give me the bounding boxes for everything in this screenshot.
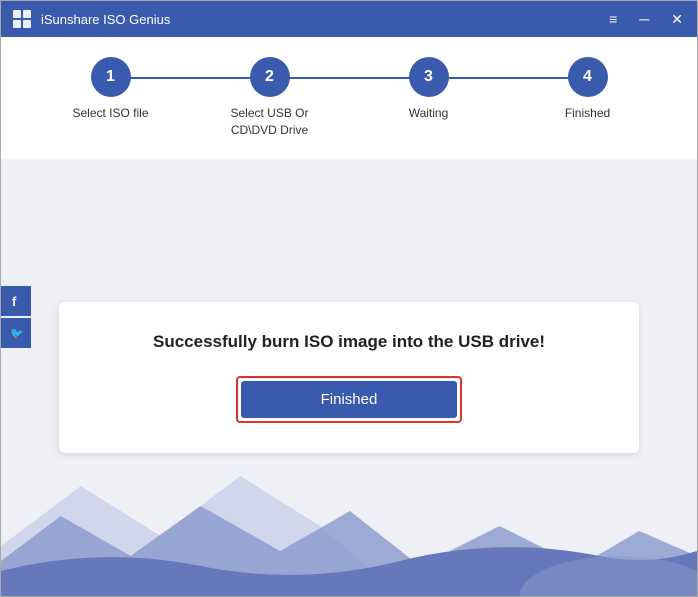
stepper: 1 Select ISO file 2 Select USB Or CD\DVD… (31, 57, 667, 139)
step-4-circle: 4 (568, 57, 608, 97)
main-content: 1 Select ISO file 2 Select USB Or CD\DVD… (1, 37, 697, 596)
step-3-label: Waiting (409, 105, 449, 122)
app-window: iSunshare ISO Genius ≡ ─ ✕ 1 Select ISO … (0, 0, 698, 597)
facebook-button[interactable]: f (1, 286, 31, 316)
step-1-circle: 1 (91, 57, 131, 97)
step-1-label: Select ISO file (72, 105, 148, 122)
step-3: 3 Waiting (349, 57, 508, 122)
social-sidebar: f 🐦 (1, 286, 31, 348)
minimize-button[interactable]: ─ (635, 10, 653, 28)
app-logo (11, 8, 33, 30)
stepper-area: 1 Select ISO file 2 Select USB Or CD\DVD… (1, 37, 697, 159)
window-controls: ≡ ─ ✕ (605, 10, 687, 28)
title-bar: iSunshare ISO Genius ≡ ─ ✕ (1, 1, 697, 37)
step-2-circle: 2 (250, 57, 290, 97)
success-message: Successfully burn ISO image into the USB… (153, 332, 545, 352)
finished-button-wrapper: Finished (236, 376, 463, 423)
finished-button[interactable]: Finished (241, 381, 458, 418)
step-4-label: Finished (565, 105, 610, 122)
app-title: iSunshare ISO Genius (41, 12, 605, 27)
result-card: Successfully burn ISO image into the USB… (59, 302, 639, 453)
menu-button[interactable]: ≡ (605, 10, 621, 28)
svg-text:🐦: 🐦 (10, 328, 23, 340)
main-area: Successfully burn ISO image into the USB… (1, 159, 697, 596)
step-2-label: Select USB Or CD\DVD Drive (225, 105, 315, 139)
step-2: 2 Select USB Or CD\DVD Drive (190, 57, 349, 139)
step-3-circle: 3 (409, 57, 449, 97)
step-4: 4 Finished (508, 57, 667, 122)
close-button[interactable]: ✕ (667, 10, 687, 28)
twitter-button[interactable]: 🐦 (1, 318, 31, 348)
step-1: 1 Select ISO file (31, 57, 190, 122)
svg-text:f: f (12, 294, 17, 308)
